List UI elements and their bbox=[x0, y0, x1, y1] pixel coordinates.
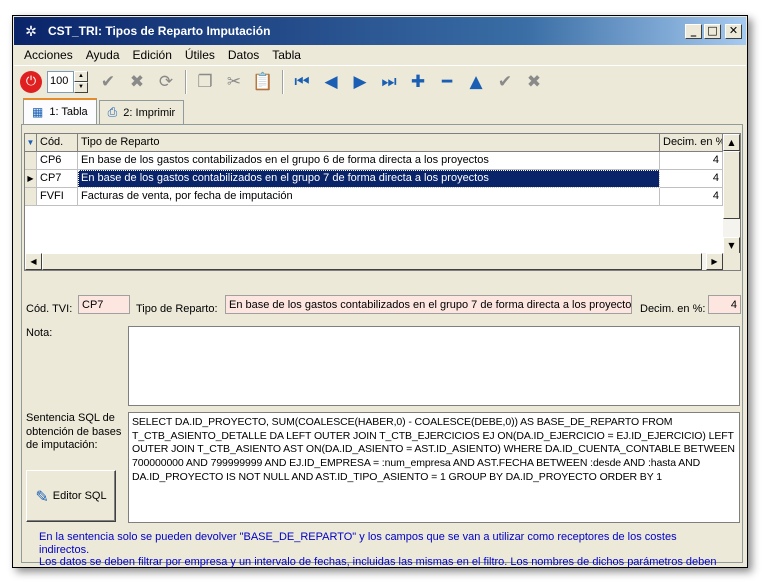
scroll-thumb[interactable] bbox=[42, 253, 702, 270]
help-note-line: En la sentencia solo se pueden devolver … bbox=[39, 531, 677, 556]
toolbar-separator bbox=[185, 69, 187, 94]
menu-datos[interactable]: Datos bbox=[228, 48, 259, 62]
tipo-field[interactable]: En base de los gastos contabilizados en … bbox=[225, 295, 632, 314]
menu-ayuda[interactable]: Ayuda bbox=[86, 48, 120, 62]
cell-tipo[interactable]: Facturas de venta, por fecha de imputaci… bbox=[78, 188, 660, 206]
tab-strip: ▦ 1: Tabla ⎙ 2: Imprimir bbox=[23, 98, 186, 124]
tab-tabla[interactable]: ▦ 1: Tabla bbox=[23, 98, 97, 124]
editor-sql-button[interactable]: ✎ Editor SQL bbox=[26, 470, 116, 522]
zoom-stepper[interactable]: 100 ▲ ▼ bbox=[47, 70, 88, 93]
editor-sql-label: Editor SQL bbox=[52, 490, 107, 502]
cod-field[interactable]: CP7 bbox=[78, 295, 130, 314]
table-row[interactable]: CP6 En base de los gastos contabilizados… bbox=[25, 152, 723, 170]
minimize-button[interactable]: _ bbox=[685, 23, 702, 39]
zoom-down-button[interactable]: ▼ bbox=[74, 81, 88, 93]
toolbar: ⏻ 100 ▲ ▼ ✔ ✖ ⟳ ❐ ✂ 📋 ⏮ ◀ ▶ ⏭ ✚ ━ ▲ ✔ ✖ bbox=[14, 65, 746, 97]
toolbar-separator bbox=[282, 69, 284, 94]
horizontal-scrollbar[interactable]: ◀ ▶ bbox=[25, 253, 740, 270]
check-icon[interactable]: ✔ bbox=[96, 70, 120, 94]
tipo-label: Tipo de Reparto: bbox=[136, 303, 218, 315]
header-cod[interactable]: Cód. bbox=[37, 134, 78, 152]
next-record-icon[interactable]: ▶ bbox=[348, 70, 372, 94]
cut-icon[interactable]: ✂ bbox=[222, 70, 246, 94]
menu-acciones[interactable]: Acciones bbox=[24, 48, 73, 62]
nota-label: Nota: bbox=[26, 327, 53, 339]
cancel-icon[interactable]: ✖ bbox=[125, 70, 149, 94]
cell-tipo[interactable]: En base de los gastos contabilizados en … bbox=[78, 152, 660, 170]
vertical-scrollbar[interactable]: ▲ ▼ bbox=[723, 134, 740, 254]
paste-icon[interactable]: 📋 bbox=[251, 70, 275, 94]
cell-decim[interactable]: 4 bbox=[660, 188, 723, 206]
scroll-down-icon[interactable]: ▼ bbox=[723, 237, 740, 254]
tab-imprimir[interactable]: ⎙ 2: Imprimir bbox=[98, 100, 185, 124]
prev-record-icon[interactable]: ◀ bbox=[319, 70, 343, 94]
records-grid[interactable]: ▼ Cód. Tipo de Reparto Decim. en % CP6 E… bbox=[24, 133, 741, 271]
refresh-icon[interactable]: ⟳ bbox=[154, 70, 178, 94]
current-row-arrow-icon: ▶ bbox=[25, 170, 37, 188]
zoom-input[interactable]: 100 bbox=[47, 70, 74, 93]
table-row[interactable]: ▶ CP7 En base de los gastos contabilizad… bbox=[25, 170, 723, 188]
header-decim[interactable]: Decim. en % bbox=[660, 134, 723, 152]
row-indicator bbox=[25, 188, 37, 206]
tab-label: 2: Imprimir bbox=[123, 106, 176, 119]
decim-field[interactable]: 4 bbox=[708, 295, 741, 314]
exit-power-icon[interactable]: ⏻ bbox=[20, 70, 42, 93]
decim-label: Decim. en %: bbox=[640, 303, 706, 315]
cell-decim[interactable]: 4 bbox=[660, 170, 723, 188]
scroll-right-icon[interactable]: ▶ bbox=[706, 253, 723, 270]
scroll-thumb[interactable] bbox=[723, 151, 740, 219]
help-note-line: Los datos se deben filtrar por empresa y… bbox=[39, 556, 717, 568]
cancel-record-icon[interactable]: ✖ bbox=[522, 70, 546, 94]
menu-utiles[interactable]: Útiles bbox=[185, 48, 215, 62]
post-record-icon[interactable]: ✔ bbox=[493, 70, 517, 94]
scroll-up-icon[interactable]: ▲ bbox=[723, 134, 740, 151]
table-row[interactable]: FVFI Facturas de venta, por fecha de imp… bbox=[25, 188, 723, 206]
cell-cod[interactable]: CP7 bbox=[37, 170, 78, 188]
window-title: CST_TRI: Tipos de Reparto Imputación bbox=[48, 24, 271, 38]
editor-pencil-icon: ✎ bbox=[35, 486, 49, 506]
scroll-left-icon[interactable]: ◀ bbox=[25, 253, 42, 270]
title-bar[interactable]: ✲ CST_TRI: Tipos de Reparto Imputación _… bbox=[14, 17, 746, 45]
menu-edicion[interactable]: Edición bbox=[133, 48, 172, 62]
scroll-corner bbox=[723, 253, 740, 270]
sql-label: Sentencia SQL de obtención de bases de i… bbox=[26, 412, 122, 451]
cod-label: Cód. TVI: bbox=[26, 303, 73, 315]
table-icon: ▦ bbox=[32, 105, 44, 119]
header-tipo[interactable]: Tipo de Reparto bbox=[78, 134, 660, 152]
sql-textarea[interactable]: SELECT DA.ID_PROYECTO, SUM(COALESCE(HABE… bbox=[128, 412, 740, 523]
printer-icon: ⎙ bbox=[107, 105, 118, 119]
delete-record-icon[interactable]: ━ bbox=[435, 70, 459, 94]
grid-header: ▼ Cód. Tipo de Reparto Decim. en % bbox=[25, 134, 723, 152]
first-record-icon[interactable]: ⏮ bbox=[290, 70, 314, 94]
main-window: ✲ CST_TRI: Tipos de Reparto Imputación _… bbox=[12, 15, 748, 568]
header-indicator[interactable]: ▼ bbox=[25, 134, 37, 152]
zoom-up-button[interactable]: ▲ bbox=[74, 70, 88, 82]
tab-label: 1: Tabla bbox=[49, 106, 88, 118]
row-indicator bbox=[25, 152, 37, 170]
menu-bar: Acciones Ayuda Edición Útiles Datos Tabl… bbox=[14, 45, 746, 65]
menu-tabla[interactable]: Tabla bbox=[272, 48, 301, 62]
maximize-button[interactable]: □ bbox=[704, 23, 721, 39]
nota-textarea[interactable] bbox=[128, 326, 740, 406]
tab-panel: ▼ Cód. Tipo de Reparto Decim. en % CP6 E… bbox=[21, 124, 743, 568]
cell-cod[interactable]: CP6 bbox=[37, 152, 78, 170]
last-record-icon[interactable]: ⏭ bbox=[377, 70, 401, 94]
add-record-icon[interactable]: ✚ bbox=[406, 70, 430, 94]
close-button[interactable]: ✕ bbox=[725, 23, 742, 39]
app-icon: ✲ bbox=[25, 23, 37, 39]
copy-icon[interactable]: ❐ bbox=[193, 70, 217, 94]
cell-decim[interactable]: 4 bbox=[660, 152, 723, 170]
edit-record-icon[interactable]: ▲ bbox=[464, 70, 488, 94]
cell-cod[interactable]: FVFI bbox=[37, 188, 78, 206]
cell-tipo[interactable]: En base de los gastos contabilizados en … bbox=[78, 170, 660, 188]
help-note: En la sentencia solo se pueden devolver … bbox=[39, 531, 719, 569]
